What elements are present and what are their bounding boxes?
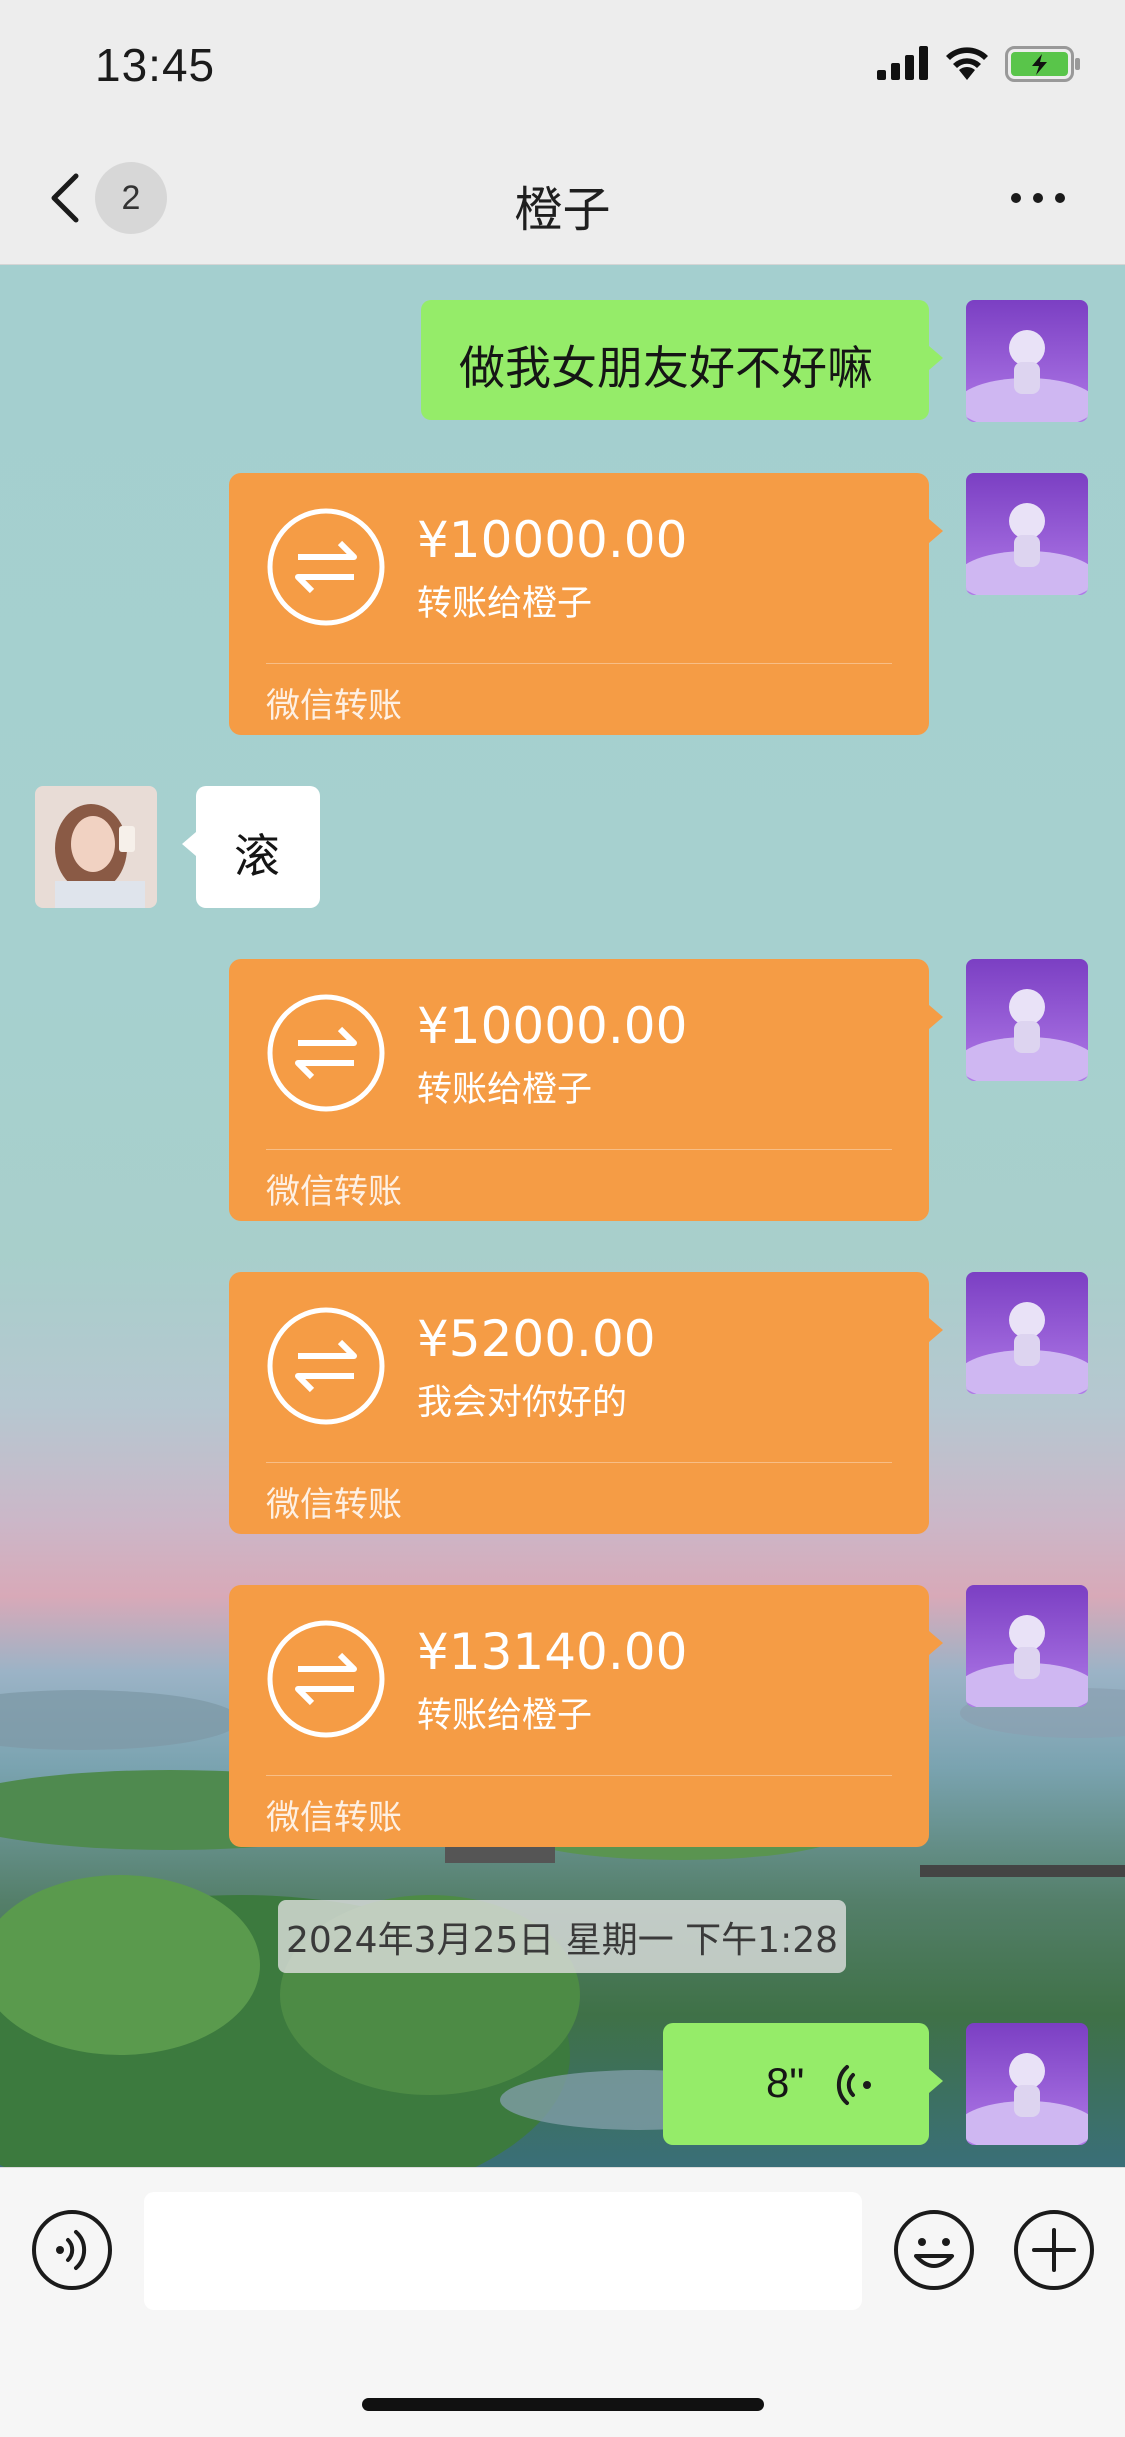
transfer-amount: ¥13140.00 <box>417 1623 688 1681</box>
home-indicator[interactable] <box>362 2398 764 2411</box>
transfer-label: 微信转账 <box>266 1485 402 1525</box>
transfer-amount: ¥10000.00 <box>417 511 688 569</box>
divider <box>266 663 892 664</box>
my-avatar[interactable] <box>966 300 1088 422</box>
battery-charging-icon <box>1005 46 1080 82</box>
chat-title: 橙子 <box>514 182 611 238</box>
contact-avatar[interactable] <box>35 786 157 908</box>
astronaut-avatar-image <box>966 300 1088 422</box>
girl-avatar-image <box>35 786 157 908</box>
astronaut-avatar-image <box>966 959 1088 1081</box>
astronaut-avatar-image <box>966 1272 1088 1394</box>
status-time: 13:45 <box>95 39 216 91</box>
transfer-card[interactable]: ¥10000.00 转账给橙子 微信转账 <box>229 473 943 735</box>
transfer-card[interactable]: ¥5200.00 我会对你好的 微信转账 <box>229 1272 943 1534</box>
nav-bar: 2 橙子 <box>0 132 1125 265</box>
chat-timestamp: 2024年3月25日 星期一 下午1:28 <box>278 1900 846 1973</box>
transfer-note: 转账给橙子 <box>417 584 593 624</box>
my-avatar[interactable] <box>966 959 1088 1081</box>
transfer-amount: ¥5200.00 <box>417 1310 656 1368</box>
transfer-icon <box>267 994 385 1112</box>
my-avatar[interactable] <box>966 2023 1088 2145</box>
transfer-amount: ¥10000.00 <box>417 997 688 1055</box>
voice-duration: 8" <box>766 2059 805 2106</box>
transfer-icon <box>267 508 385 626</box>
transfer-card[interactable]: ¥10000.00 转账给橙子 微信转账 <box>229 959 943 1221</box>
message-text: 做我女朋友好不好嘛 <box>459 341 873 395</box>
ellipsis-icon[interactable] <box>1008 184 1068 212</box>
emoji-icon[interactable] <box>892 2208 976 2292</box>
wifi-icon <box>946 47 988 80</box>
my-avatar[interactable] <box>966 473 1088 595</box>
plus-icon[interactable] <box>1012 2208 1096 2292</box>
transfer-label: 微信转账 <box>266 1798 402 1838</box>
voice-message-bubble[interactable]: 8" <box>663 2023 943 2145</box>
status-bar: 13:45 <box>0 0 1125 132</box>
transfer-note: 转账给橙子 <box>417 1070 593 1110</box>
my-avatar[interactable] <box>966 1585 1088 1707</box>
divider <box>266 1149 892 1150</box>
transfer-note: 转账给橙子 <box>417 1696 593 1736</box>
message-bubble-sent[interactable]: 做我女朋友好不好嘛 <box>421 300 943 420</box>
astronaut-avatar-image <box>966 473 1088 595</box>
transfer-label: 微信转账 <box>266 686 402 726</box>
astronaut-avatar-image <box>966 2023 1088 2145</box>
message-text: 滚 <box>234 829 280 883</box>
my-avatar[interactable] <box>966 1272 1088 1394</box>
chat-area[interactable]: 做我女朋友好不好嘛 ¥10000.00 转账给橙子 微信转账 滚 ¥10000.… <box>0 265 1125 2167</box>
message-input[interactable] <box>144 2192 862 2310</box>
astronaut-avatar-image <box>966 1585 1088 1707</box>
transfer-card[interactable]: ¥13140.00 转账给橙子 微信转账 <box>229 1585 943 1847</box>
divider <box>266 1775 892 1776</box>
signal-icon <box>877 46 928 80</box>
voice-wave-icon <box>836 2065 871 2105</box>
divider <box>266 1462 892 1463</box>
input-bar <box>0 2167 1125 2437</box>
transfer-icon <box>267 1620 385 1738</box>
message-bubble-received[interactable]: 滚 <box>182 786 320 908</box>
transfer-label: 微信转账 <box>266 1172 402 1212</box>
transfer-icon <box>267 1307 385 1425</box>
voice-mode-icon[interactable] <box>30 2208 114 2292</box>
transfer-note: 我会对你好的 <box>417 1383 628 1423</box>
